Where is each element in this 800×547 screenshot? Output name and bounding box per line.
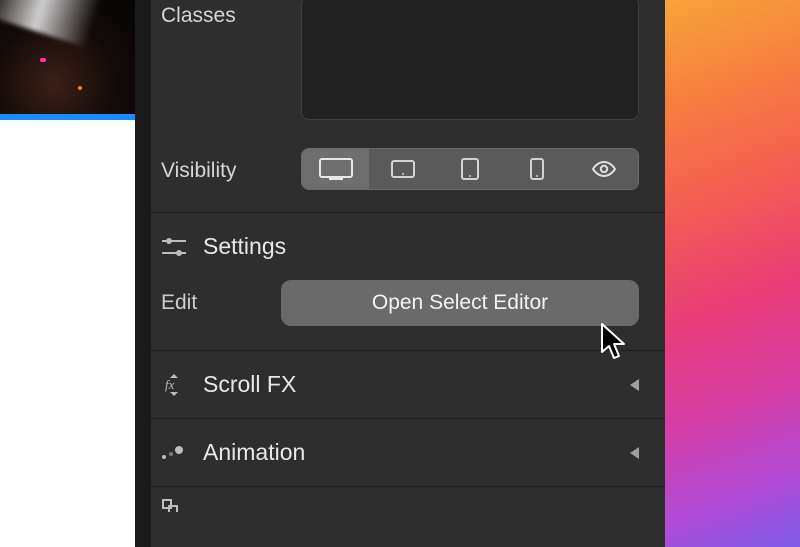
classes-label: Classes: [161, 0, 301, 28]
phone-icon: [530, 158, 544, 180]
settings-title: Settings: [203, 233, 286, 260]
settings-section: Settings Edit Open Select Editor: [135, 213, 665, 351]
preview-spark-2: [78, 86, 82, 90]
preview-spark-1: [40, 58, 46, 62]
canvas-preview-column: [0, 0, 135, 547]
svg-text:fx: fx: [165, 377, 175, 392]
scrollfx-section: fx Scroll FX: [135, 351, 665, 419]
chevron-left-icon: [630, 379, 639, 391]
classes-input[interactable]: [301, 0, 639, 120]
edit-label: Edit: [161, 291, 281, 315]
visibility-label: Visibility: [161, 155, 301, 183]
eye-icon: [591, 161, 617, 177]
visibility-preview[interactable]: [571, 149, 638, 189]
desktop-icon: [319, 158, 353, 180]
visibility-toggle-group: [301, 148, 639, 190]
open-select-editor-button[interactable]: Open Select Editor: [281, 280, 639, 326]
chevron-left-icon: [630, 447, 639, 459]
settings-header[interactable]: Settings: [135, 213, 665, 280]
scrollfx-header[interactable]: fx Scroll FX: [135, 351, 665, 418]
preview-selection-bar: [0, 114, 135, 120]
animation-icon: [161, 446, 187, 460]
properties-section: Classes Visibility: [135, 0, 665, 213]
visibility-phone[interactable]: [504, 149, 571, 189]
tablet-portrait-icon: [461, 158, 479, 180]
canvas-preview-thumbnail[interactable]: [0, 0, 135, 120]
visibility-tablet-portrait[interactable]: [436, 149, 503, 189]
sliders-icon: [161, 237, 187, 257]
tablet-landscape-icon: [391, 160, 415, 178]
scrollfx-icon: fx: [161, 374, 187, 396]
scrollfx-title: Scroll FX: [203, 371, 296, 398]
attributes-icon: [161, 498, 183, 517]
visibility-tablet-landscape[interactable]: [369, 149, 436, 189]
partial-section: [135, 487, 665, 517]
desktop-wallpaper: [665, 0, 800, 547]
inspector-panel: Classes Visibility: [135, 0, 665, 547]
animation-title: Animation: [203, 439, 305, 466]
animation-section: Animation: [135, 419, 665, 487]
visibility-desktop[interactable]: [302, 149, 369, 189]
animation-header[interactable]: Animation: [135, 419, 665, 486]
